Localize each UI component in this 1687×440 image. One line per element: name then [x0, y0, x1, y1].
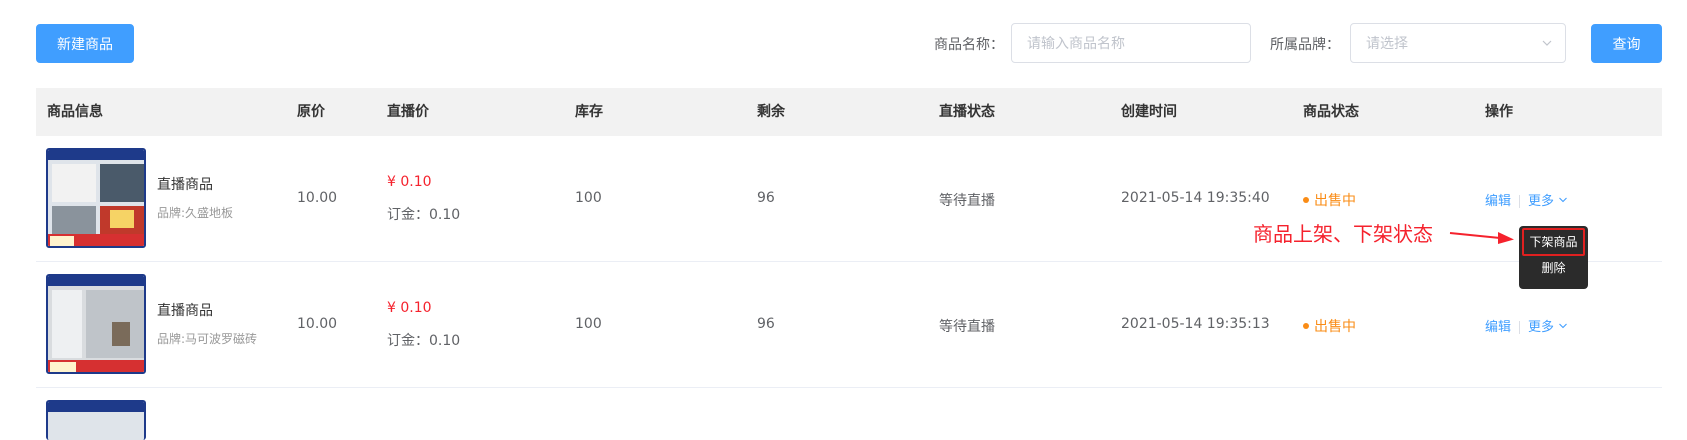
chevron-down-icon: [1542, 40, 1552, 46]
annotation-arrow-icon: [1449, 232, 1514, 244]
more-label: 更多: [1528, 194, 1555, 209]
row-actions: 编辑 更多: [1485, 190, 1568, 209]
more-link[interactable]: 更多: [1528, 194, 1568, 209]
product-brand: 品牌:久盛地板: [157, 206, 234, 220]
live-status: 等待直播: [939, 193, 995, 209]
edit-link[interactable]: 编辑: [1485, 194, 1511, 209]
table-row: 直播商品 品牌:马可波罗磁砖 10.00 ¥ 0.10 订金：0.10 100 …: [36, 262, 1662, 388]
brand-select-placeholder: 请选择: [1366, 36, 1408, 52]
header-actions: 操作: [1485, 104, 1513, 120]
live-status: 等待直播: [939, 319, 995, 335]
product-status-text: 出售中: [1314, 319, 1356, 335]
status-dot-icon: [1303, 323, 1309, 329]
header-original-price: 原价: [297, 104, 325, 120]
query-button[interactable]: 查询: [1591, 24, 1662, 63]
original-price: 10.00: [297, 316, 338, 332]
product-thumbnail: [46, 148, 146, 248]
product-status: 出售中: [1303, 316, 1356, 336]
remaining: 96: [757, 190, 775, 206]
status-dot-icon: [1303, 197, 1309, 203]
table-header: 商品信息 原价 直播价 库存 剩余 直播状态 创建时间 商品状态 操作: [36, 88, 1662, 136]
product-thumbnail: [46, 274, 146, 374]
menu-item-delete[interactable]: 删除: [1519, 255, 1588, 281]
filter-toolbar: 新建商品 商品名称： 请输入商品名称 所属品牌： 请选择 查询: [0, 0, 1687, 80]
product-brand: 品牌:马可波罗磁砖: [157, 332, 258, 346]
product-name: 直播商品: [157, 303, 213, 319]
header-live-status: 直播状态: [939, 104, 995, 120]
product-thumbnail: [46, 400, 146, 440]
edit-link[interactable]: 编辑: [1485, 320, 1511, 335]
chevron-down-icon: [1559, 197, 1568, 203]
more-label: 更多: [1528, 320, 1555, 335]
live-price: ¥ 0.10: [387, 300, 432, 316]
action-divider: [1519, 194, 1521, 208]
original-price: 10.00: [297, 190, 338, 206]
row-actions: 编辑 更多: [1485, 316, 1568, 335]
table-row: [36, 388, 1662, 440]
header-stock: 库存: [575, 104, 603, 120]
product-status-text: 出售中: [1314, 193, 1356, 209]
deposit: 订金：0.10: [387, 207, 461, 223]
chevron-down-icon: [1559, 323, 1568, 329]
deposit: 订金：0.10: [387, 333, 461, 349]
header-created-time: 创建时间: [1121, 104, 1177, 120]
product-name-label: 商品名称：: [934, 37, 1004, 53]
action-divider: [1519, 320, 1521, 334]
brand-label: 所属品牌：: [1270, 37, 1340, 53]
header-product-status: 商品状态: [1303, 104, 1359, 120]
product-name-input[interactable]: 请输入商品名称: [1011, 23, 1251, 63]
created-time: 2021-05-14 19:35:40: [1121, 190, 1270, 206]
live-price: ¥ 0.10: [387, 174, 432, 190]
product-status: 出售中: [1303, 190, 1356, 210]
header-remaining: 剩余: [757, 104, 785, 120]
menu-item-take-down[interactable]: 下架商品: [1519, 229, 1588, 255]
header-product-info: 商品信息: [47, 104, 103, 120]
more-dropdown-menu: 下架商品 删除: [1519, 226, 1588, 289]
product-name: 直播商品: [157, 177, 213, 193]
annotation-text: 商品上架、下架状态: [1253, 222, 1433, 246]
created-time: 2021-05-14 19:35:13: [1121, 316, 1270, 332]
new-product-button[interactable]: 新建商品: [36, 24, 134, 63]
header-live-price: 直播价: [387, 104, 429, 120]
remaining: 96: [757, 316, 775, 332]
brand-select[interactable]: 请选择: [1350, 23, 1566, 63]
more-link[interactable]: 更多: [1528, 320, 1568, 335]
stock: 100: [575, 316, 602, 332]
stock: 100: [575, 190, 602, 206]
